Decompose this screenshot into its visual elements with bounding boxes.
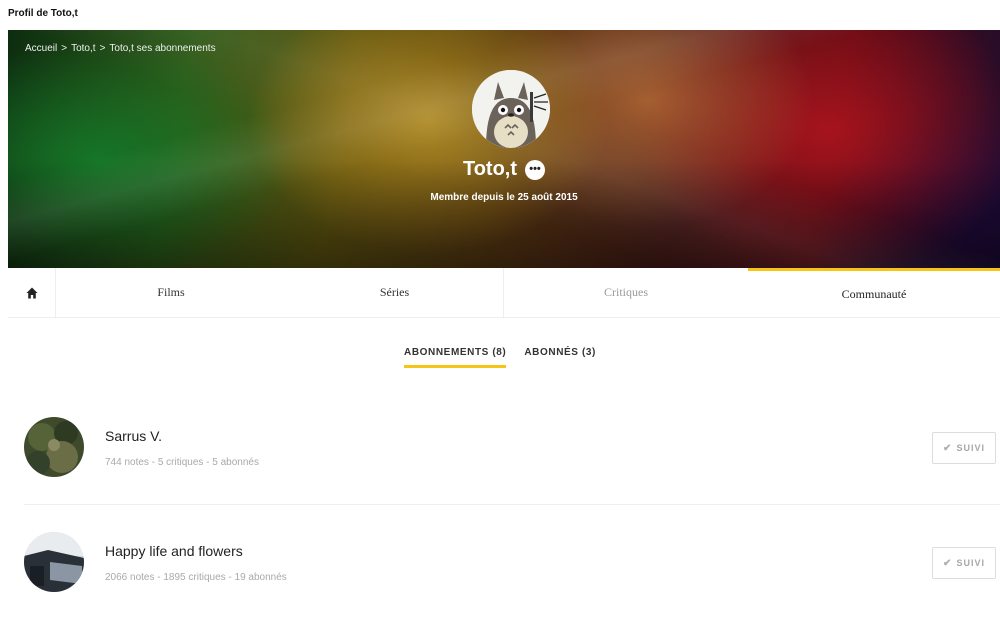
profile-username: Toto,t: [462, 158, 518, 180]
community-subtabs: ABONNEMENTS (8) ABONNÉS (3): [0, 347, 1000, 368]
more-options-button[interactable]: •••: [525, 159, 546, 180]
user-avatar-image: [24, 417, 84, 477]
subtab-abonnes[interactable]: ABONNÉS (3): [524, 347, 596, 368]
subtab-abonnements[interactable]: ABONNEMENTS (8): [404, 347, 507, 368]
breadcrumb: Accueil > Toto,t > Toto,t ses abonnement…: [25, 43, 216, 54]
user-name[interactable]: Happy life and flowers: [105, 543, 243, 559]
tab-communaute[interactable]: Communauté: [748, 268, 1000, 317]
profile-nav: Films Séries Critiques Communauté: [8, 268, 1000, 318]
avatar[interactable]: [24, 417, 84, 477]
following-button-label: SUIVI: [956, 558, 985, 568]
tab-films[interactable]: Films: [56, 268, 286, 317]
user-avatar-image: [24, 532, 84, 592]
breadcrumb-separator: >: [61, 43, 68, 54]
profile-avatar: [472, 70, 550, 148]
member-since: Membre depuis le 25 août 2015: [430, 192, 578, 203]
breadcrumb-home-link[interactable]: Accueil: [25, 43, 57, 54]
tab-series[interactable]: Séries: [286, 268, 504, 317]
following-button[interactable]: ✔ SUIVI: [932, 547, 996, 579]
check-icon: ✔: [943, 557, 953, 569]
user-stats: 2066 notes - 1895 critiques - 19 abonnés: [105, 572, 287, 583]
following-button[interactable]: ✔ SUIVI: [932, 432, 996, 464]
user-name[interactable]: Sarrus V.: [105, 428, 162, 444]
tab-critiques[interactable]: Critiques: [504, 268, 748, 317]
totoro-avatar-image: [472, 70, 550, 148]
profile-banner: Accueil > Toto,t > Toto,t ses abonnement…: [8, 30, 1000, 268]
avatar[interactable]: [24, 532, 84, 592]
breadcrumb-separator: >: [99, 43, 106, 54]
following-button-label: SUIVI: [956, 443, 985, 453]
profile-username-row: Toto,t •••: [8, 158, 1000, 181]
user-stats: 744 notes - 5 critiques - 5 abonnés: [105, 457, 259, 468]
breadcrumb-profile-link[interactable]: Toto,t: [71, 43, 95, 54]
breadcrumb-current: Toto,t ses abonnements: [109, 43, 216, 54]
home-icon: [26, 287, 37, 299]
list-item: Sarrus V. 744 notes - 5 critiques - 5 ab…: [24, 395, 1000, 505]
page-title: Profil de Toto,t: [8, 8, 78, 19]
nav-home[interactable]: [8, 268, 56, 318]
list-item: Happy life and flowers 2066 notes - 1895…: [24, 510, 1000, 620]
check-icon: ✔: [943, 442, 953, 454]
